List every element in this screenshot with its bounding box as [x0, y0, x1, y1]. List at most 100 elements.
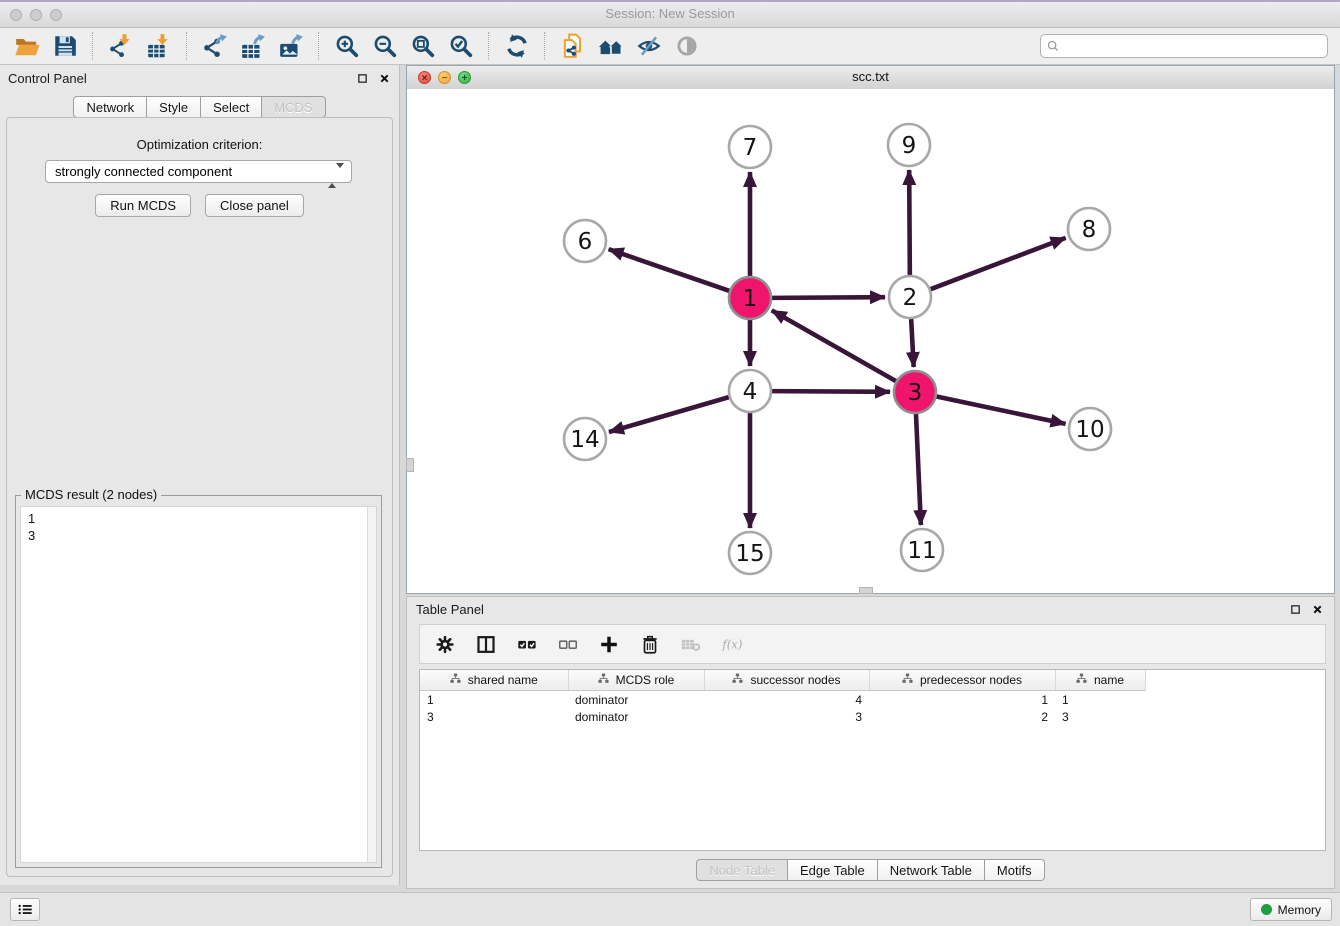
- table-cell[interactable]: dominator: [568, 708, 704, 725]
- column-header-name[interactable]: name: [1055, 670, 1145, 691]
- graph-edge-1-2[interactable]: [772, 297, 885, 298]
- show-columns-icon[interactable]: [473, 631, 499, 657]
- graph-edge-4-14[interactable]: [609, 397, 729, 432]
- export-network-icon[interactable]: [200, 31, 230, 61]
- list-icon: [17, 902, 33, 917]
- graph-edge-3-10[interactable]: [937, 397, 1066, 424]
- toolbar-separator: [318, 32, 320, 60]
- table-panel: Table Panel f(x) shared nameMCDS rolesuc…: [406, 596, 1335, 889]
- graph-node-3[interactable]: 3: [894, 371, 936, 413]
- table-cell[interactable]: 1: [869, 691, 1055, 709]
- graph-node-1[interactable]: 1: [729, 277, 771, 319]
- toolbar-separator: [544, 32, 546, 60]
- graph-node-2[interactable]: 2: [889, 276, 931, 318]
- clone-network-icon[interactable]: [558, 31, 588, 61]
- deselect-all-rows-icon[interactable]: [555, 631, 581, 657]
- graph-node-8[interactable]: 8: [1068, 208, 1110, 250]
- graph-node-14[interactable]: 14: [564, 418, 606, 460]
- table-row[interactable]: 1dominator411: [420, 691, 1145, 709]
- import-table-icon[interactable]: [144, 31, 174, 61]
- table-cell[interactable]: dominator: [568, 691, 704, 709]
- memory-button[interactable]: Memory: [1250, 898, 1332, 921]
- criterion-dropdown[interactable]: strongly connected component: [45, 160, 352, 183]
- zoom-fit-icon[interactable]: [408, 31, 438, 61]
- save-session-icon[interactable]: [50, 31, 80, 61]
- delete-column-icon[interactable]: [637, 631, 663, 657]
- import-network-icon[interactable]: [106, 31, 136, 61]
- open-file-icon[interactable]: [12, 31, 42, 61]
- table-cell[interactable]: 1: [420, 691, 568, 709]
- graph-node-15[interactable]: 15: [729, 532, 771, 574]
- close-panel-icon[interactable]: [377, 72, 391, 86]
- table-cell[interactable]: 4: [704, 691, 869, 709]
- tab-mcds[interactable]: MCDS: [262, 96, 325, 118]
- result-scrollbar[interactable]: [367, 507, 376, 862]
- network-graph: 7 9 6 8 1 2 4 3 14 10 15 11: [407, 89, 1334, 593]
- zoom-selected-icon[interactable]: [446, 31, 476, 61]
- zoom-out-icon[interactable]: [370, 31, 400, 61]
- splitter-handle-bottom[interactable]: [859, 587, 873, 594]
- table-cell[interactable]: 2: [869, 708, 1055, 725]
- tree-icon: [598, 673, 609, 687]
- splitter-handle-left[interactable]: [406, 458, 414, 472]
- graph-edge-4-3[interactable]: [772, 391, 890, 392]
- mcds-result-text: 1 3: [21, 507, 376, 544]
- column-header-MCDS-role[interactable]: MCDS role: [568, 670, 704, 691]
- svg-text:3: 3: [908, 380, 923, 406]
- memory-status-icon: [1261, 904, 1272, 915]
- control-panel-tabs: NetworkStyleSelectMCDS: [73, 96, 325, 118]
- graph-node-9[interactable]: 9: [888, 124, 930, 166]
- close-table-panel-icon[interactable]: [1310, 603, 1324, 617]
- show-all-icon[interactable]: [672, 31, 702, 61]
- first-neighbors-icon[interactable]: [596, 31, 626, 61]
- table-cell[interactable]: 3: [1055, 708, 1145, 725]
- network-canvas[interactable]: 7 9 6 8 1 2 4 3 14 10 15 11: [407, 89, 1334, 593]
- task-history-button[interactable]: [10, 898, 40, 921]
- table-cell[interactable]: 3: [420, 708, 568, 725]
- graph-node-7[interactable]: 7: [729, 126, 771, 168]
- tab-motifs[interactable]: Motifs: [985, 859, 1045, 881]
- tab-style[interactable]: Style: [147, 96, 201, 118]
- table-cell[interactable]: 1: [1055, 691, 1145, 709]
- search-input[interactable]: [1040, 34, 1328, 58]
- criterion-dropdown-value: strongly connected component: [55, 164, 232, 179]
- export-table-icon[interactable]: [238, 31, 268, 61]
- graph-edge-3-1[interactable]: [772, 310, 896, 381]
- run-mcds-button[interactable]: Run MCDS: [95, 194, 191, 217]
- control-panel-title: Control Panel: [8, 71, 87, 86]
- add-column-icon[interactable]: [596, 631, 622, 657]
- float-table-panel-icon[interactable]: [1288, 603, 1302, 617]
- column-header-predecessor-nodes[interactable]: predecessor nodes: [869, 670, 1055, 691]
- graph-node-4[interactable]: 4: [729, 370, 771, 412]
- graph-node-11[interactable]: 11: [901, 529, 943, 571]
- table-row[interactable]: 3dominator323: [420, 708, 1145, 725]
- tab-select[interactable]: Select: [201, 96, 262, 118]
- graph-node-6[interactable]: 6: [564, 220, 606, 262]
- app-window: Session: New Session Control Panel Netwo…: [0, 0, 1340, 926]
- hide-selected-icon[interactable]: [634, 31, 664, 61]
- tab-node-table[interactable]: Node Table: [696, 859, 788, 881]
- network-window-titlebar[interactable]: × − + scc.txt: [407, 66, 1334, 90]
- close-panel-button[interactable]: Close panel: [205, 194, 304, 217]
- export-image-icon[interactable]: [276, 31, 306, 61]
- float-panel-icon[interactable]: [355, 72, 369, 86]
- graph-edge-2-8[interactable]: [931, 238, 1066, 289]
- table-settings-icon[interactable]: [432, 631, 458, 657]
- column-header-shared-name[interactable]: shared name: [420, 670, 568, 691]
- graph-edge-3-11[interactable]: [916, 414, 921, 525]
- select-all-rows-icon[interactable]: [514, 631, 540, 657]
- table-cell[interactable]: 3: [704, 708, 869, 725]
- search-box: [1040, 34, 1328, 58]
- tab-network[interactable]: Network: [73, 96, 147, 118]
- graph-edge-2-3[interactable]: [911, 319, 914, 367]
- zoom-in-icon[interactable]: [332, 31, 362, 61]
- tab-network-table[interactable]: Network Table: [878, 859, 985, 881]
- graph-edge-1-6[interactable]: [609, 249, 730, 291]
- function-builder-icon: f(x): [719, 631, 745, 657]
- graph-edge-2-9[interactable]: [909, 170, 910, 275]
- graph-node-10[interactable]: 10: [1069, 408, 1111, 450]
- tab-edge-table[interactable]: Edge Table: [788, 859, 878, 881]
- apply-layout-icon[interactable]: [502, 31, 532, 61]
- mcds-result-area[interactable]: 1 3: [20, 506, 377, 863]
- column-header-successor-nodes[interactable]: successor nodes: [704, 670, 869, 691]
